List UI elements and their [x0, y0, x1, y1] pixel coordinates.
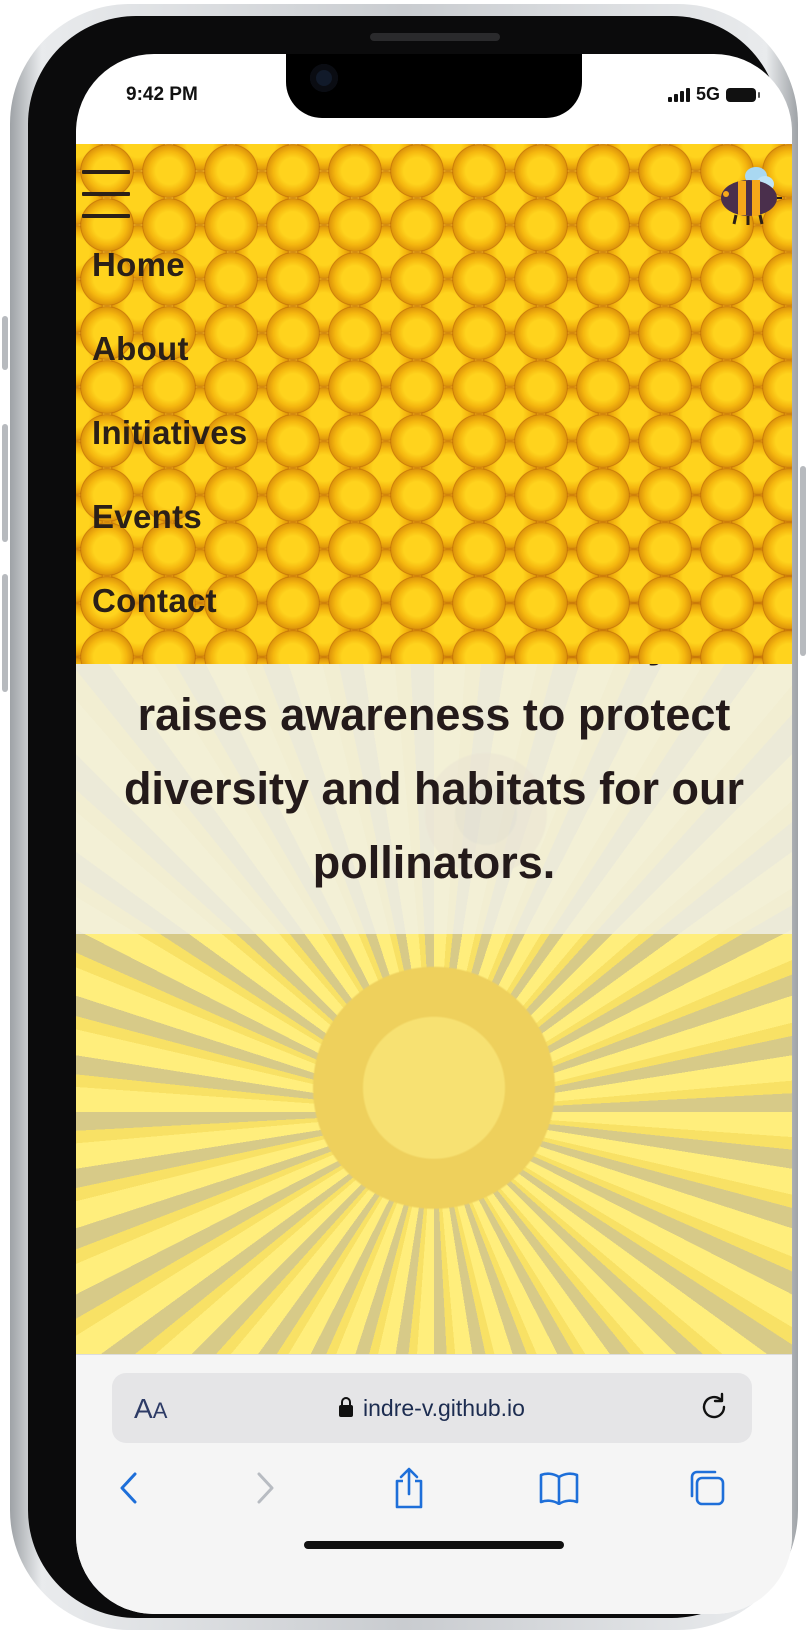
signal-icon	[667, 87, 690, 102]
network-type: 5G	[695, 84, 720, 104]
nav-item-initiatives: Initiatives	[92, 414, 248, 498]
earpiece-speaker	[370, 33, 500, 41]
nav-link-about[interactable]: About	[92, 330, 189, 367]
nav-item-home: Home	[92, 246, 248, 330]
lock-icon	[339, 1397, 354, 1417]
nav-link-home[interactable]: Home	[92, 246, 185, 283]
nav-item-contact: Contact	[92, 582, 248, 664]
address-bar[interactable]: AA indre-v.github.io	[112, 1373, 752, 1443]
nav-link-initiatives[interactable]: Initiatives	[92, 414, 248, 451]
status-time: 9:42 PM	[126, 84, 198, 105]
nav-link-events[interactable]: Events	[92, 498, 202, 535]
volume-down-button	[2, 574, 8, 692]
nav-menu: Home About Initiatives Events Contact	[92, 246, 248, 664]
power-button	[800, 466, 806, 656]
back-icon[interactable]	[104, 1463, 154, 1513]
action-button	[2, 316, 8, 370]
url-display: indre-v.github.io	[112, 1395, 752, 1422]
battery-icon	[726, 87, 760, 102]
notch	[286, 54, 582, 118]
share-icon[interactable]	[384, 1463, 434, 1513]
status-indicators: 5G	[667, 84, 760, 105]
forward-icon[interactable]	[240, 1463, 290, 1513]
bezel: 9:42 PM 5G Bee-Aware is a community that…	[28, 16, 792, 1618]
phone-frame: 9:42 PM 5G Bee-Aware is a community that…	[2, 4, 806, 1630]
nav-item-events: Events	[92, 498, 248, 582]
bookmarks-icon[interactable]	[534, 1463, 584, 1513]
hamburger-icon[interactable]	[82, 170, 130, 218]
web-content: Bee-Aware is a community that raises awa…	[76, 144, 792, 1354]
nav-link-contact[interactable]: Contact	[92, 582, 217, 619]
bee-icon[interactable]	[716, 162, 782, 226]
nav-item-about: About	[92, 330, 248, 414]
browser-bottom-bar: AA indre-v.github.io	[76, 1354, 792, 1614]
home-indicator[interactable]	[304, 1541, 564, 1549]
tabs-icon[interactable]	[682, 1463, 732, 1513]
front-camera-icon	[310, 64, 338, 92]
screen: 9:42 PM 5G Bee-Aware is a community that…	[76, 54, 792, 1614]
volume-up-button	[2, 424, 8, 542]
reload-icon[interactable]	[698, 1391, 730, 1423]
browser-toolbar	[76, 1463, 792, 1523]
nav-menu-overlay: Home About Initiatives Events Contact	[76, 144, 792, 664]
url-text: indre-v.github.io	[363, 1395, 525, 1421]
